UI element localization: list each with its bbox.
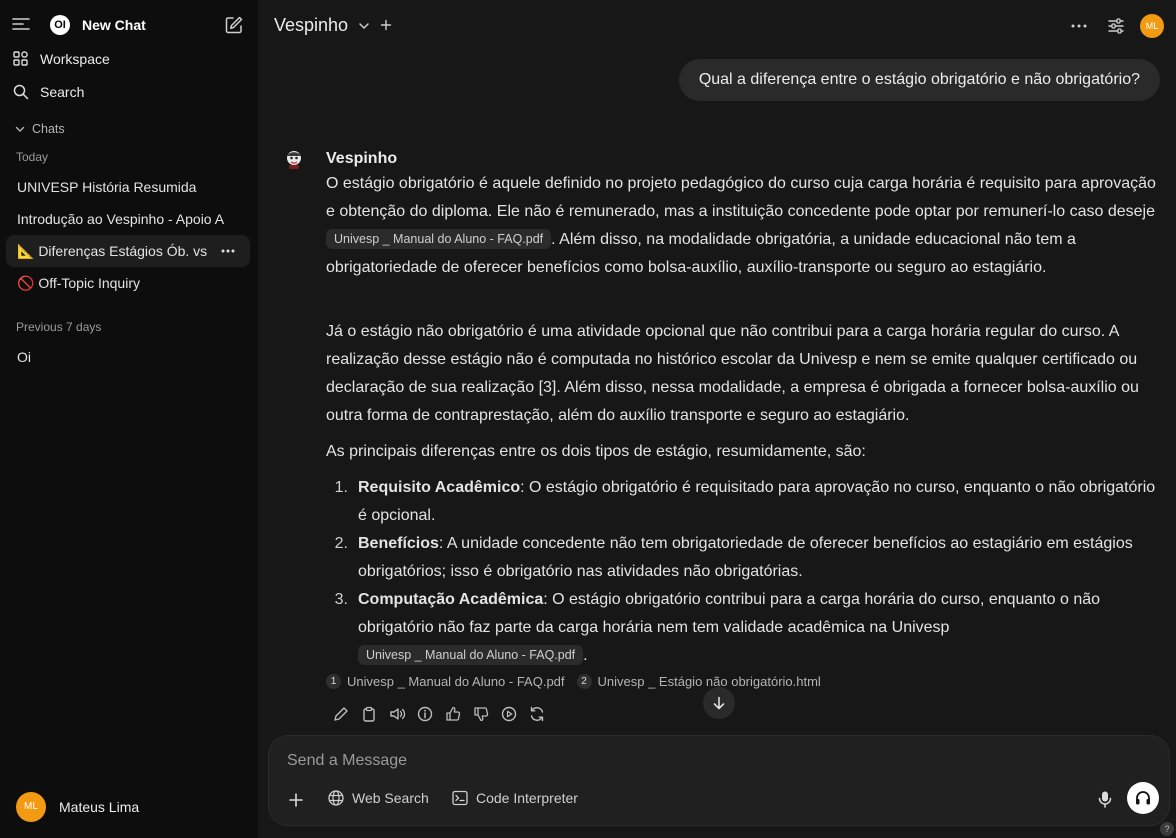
add-attachment-icon[interactable] [287, 791, 305, 809]
workspace-link[interactable]: Workspace [12, 50, 110, 68]
thumbs-down-icon[interactable] [472, 705, 490, 723]
chat-item[interactable]: 🚫 Off-Topic Inquiry [6, 267, 250, 299]
list-title: Benefícios [358, 535, 439, 552]
code-interpreter-label: Code Interpreter [476, 790, 578, 806]
chevron-down-icon [14, 123, 26, 135]
add-model-icon[interactable] [379, 18, 393, 32]
chat-main: Vespinho ML Qual a diferença entre o est… [258, 0, 1176, 838]
workspace-icon [12, 50, 30, 68]
new-chat-button[interactable]: New Chat [82, 17, 146, 33]
user-message: Qual a diferença entre o estágio obrigat… [678, 59, 1160, 101]
source-number: 1 [326, 674, 341, 689]
source-label: Univesp _ Manual do Aluno - FAQ.pdf [347, 674, 565, 689]
assistant-name: Vespinho [326, 150, 398, 167]
chat-item-title: 📐 Diferenças Estágios Ób. vs [17, 242, 207, 259]
list-text: : A unidade concedente não tem obrigator… [358, 535, 1133, 580]
message-input[interactable] [287, 752, 987, 770]
sidebar-toggle-icon[interactable] [10, 13, 32, 35]
terminal-icon [451, 789, 469, 807]
search-label: Search [40, 84, 85, 100]
app-logo[interactable]: OI [50, 15, 70, 35]
copy-icon[interactable] [360, 705, 378, 723]
chat-item[interactable]: Introdução ao Vespinho - Apoio A [6, 203, 250, 235]
globe-icon [327, 789, 345, 807]
sidebar-header: OI New Chat [0, 0, 258, 50]
code-interpreter-button[interactable]: Code Interpreter [451, 789, 578, 807]
chat-item[interactable]: UNIVESP História Resumida [6, 171, 250, 203]
citation-chip[interactable]: Univesp _ Manual do Aluno - FAQ.pdf [326, 229, 552, 249]
model-selector[interactable]: Vespinho [274, 15, 348, 36]
list-body: Requisito Acadêmico: O estágio obrigatór… [358, 474, 1162, 530]
list-text: . [583, 647, 588, 664]
assistant-paragraph: As principais diferenças entre os dois t… [326, 443, 866, 460]
info-icon[interactable] [416, 705, 434, 723]
today-label: Today [16, 150, 49, 164]
sidebar: OI New Chat Workspace Search Chats Today… [0, 0, 258, 838]
list-title: Requisito Acadêmico [358, 479, 521, 496]
assistant-paragraph: O estágio obrigatório é aquele definido … [326, 170, 1162, 282]
search-link[interactable]: Search [12, 83, 84, 101]
help-button[interactable]: ? [1160, 822, 1174, 836]
source-item[interactable]: 2 Univesp _ Estágio não obrigatório.html [576, 674, 821, 689]
assistant-paragraph: Já o estágio não obrigatório é uma ativi… [326, 323, 1139, 424]
message-actions [332, 705, 556, 723]
previous-7-days-label: Previous 7 days [16, 320, 102, 334]
user-name: Mateus Lima [59, 799, 140, 815]
citation-chip[interactable]: Univesp _ Manual do Aluno - FAQ.pdf [358, 645, 584, 665]
controls-icon[interactable] [1106, 16, 1126, 36]
read-aloud-icon[interactable] [388, 705, 406, 723]
list-title: Computação Acadêmica [358, 591, 544, 608]
chats-label: Chats [32, 122, 65, 136]
microphone-icon[interactable] [1095, 789, 1115, 809]
edit-icon[interactable] [332, 705, 350, 723]
chat-options-icon[interactable] [220, 244, 236, 258]
more-options-icon[interactable] [1069, 18, 1089, 34]
avatar[interactable]: ML [1140, 14, 1164, 38]
message-composer: Web Search Code Interpreter [268, 735, 1170, 826]
regenerate-icon[interactable] [528, 705, 546, 723]
continue-icon[interactable] [500, 705, 518, 723]
sources-list: 1 Univesp _ Manual do Aluno - FAQ.pdf 2 Un… [326, 674, 833, 689]
source-number: 2 [576, 674, 592, 689]
chat-item[interactable]: Oi [6, 341, 250, 373]
chevron-down-icon[interactable] [357, 19, 371, 33]
top-bar: Vespinho ML [258, 0, 1176, 50]
thumbs-up-icon[interactable] [444, 705, 462, 723]
arrow-down-icon [713, 696, 725, 710]
list-body: Computação Acadêmica: O estágio obrigató… [358, 586, 1162, 670]
list-number: 1. [334, 479, 348, 496]
chat-item-title: 🚫 Off-Topic Inquiry [17, 274, 140, 291]
web-search-button[interactable]: Web Search [327, 789, 429, 807]
source-label: Univesp _ Estágio não obrigatório.html [597, 674, 821, 689]
chat-item-title: Oi [17, 349, 31, 365]
paragraph-text: O estágio obrigatório é aquele definido … [326, 175, 1156, 220]
web-search-label: Web Search [352, 790, 429, 806]
chat-item-title: Introdução ao Vespinho - Apoio A [17, 211, 225, 227]
headphones-icon [1136, 791, 1150, 805]
list-body: Benefícios: A unidade concedente não tem… [358, 530, 1162, 586]
user-menu[interactable]: ML Mateus Lima [16, 792, 139, 822]
voice-mode-button[interactable] [1127, 782, 1159, 814]
new-chat-edit-icon[interactable] [223, 14, 245, 36]
list-number: 2. [334, 535, 348, 552]
search-icon [12, 83, 30, 101]
avatar: ML [16, 792, 46, 822]
list-number: 3. [334, 591, 348, 608]
workspace-label: Workspace [40, 51, 110, 67]
chat-item-title: UNIVESP História Resumida [17, 179, 197, 195]
chats-section-toggle[interactable]: Chats [14, 122, 65, 136]
chat-item-active[interactable]: 📐 Diferenças Estágios Ób. vs [6, 235, 250, 267]
assistant-avatar-icon [282, 147, 306, 171]
source-item[interactable]: 1 Univesp _ Manual do Aluno - FAQ.pdf [326, 674, 565, 689]
scroll-to-bottom-button[interactable] [703, 687, 735, 719]
